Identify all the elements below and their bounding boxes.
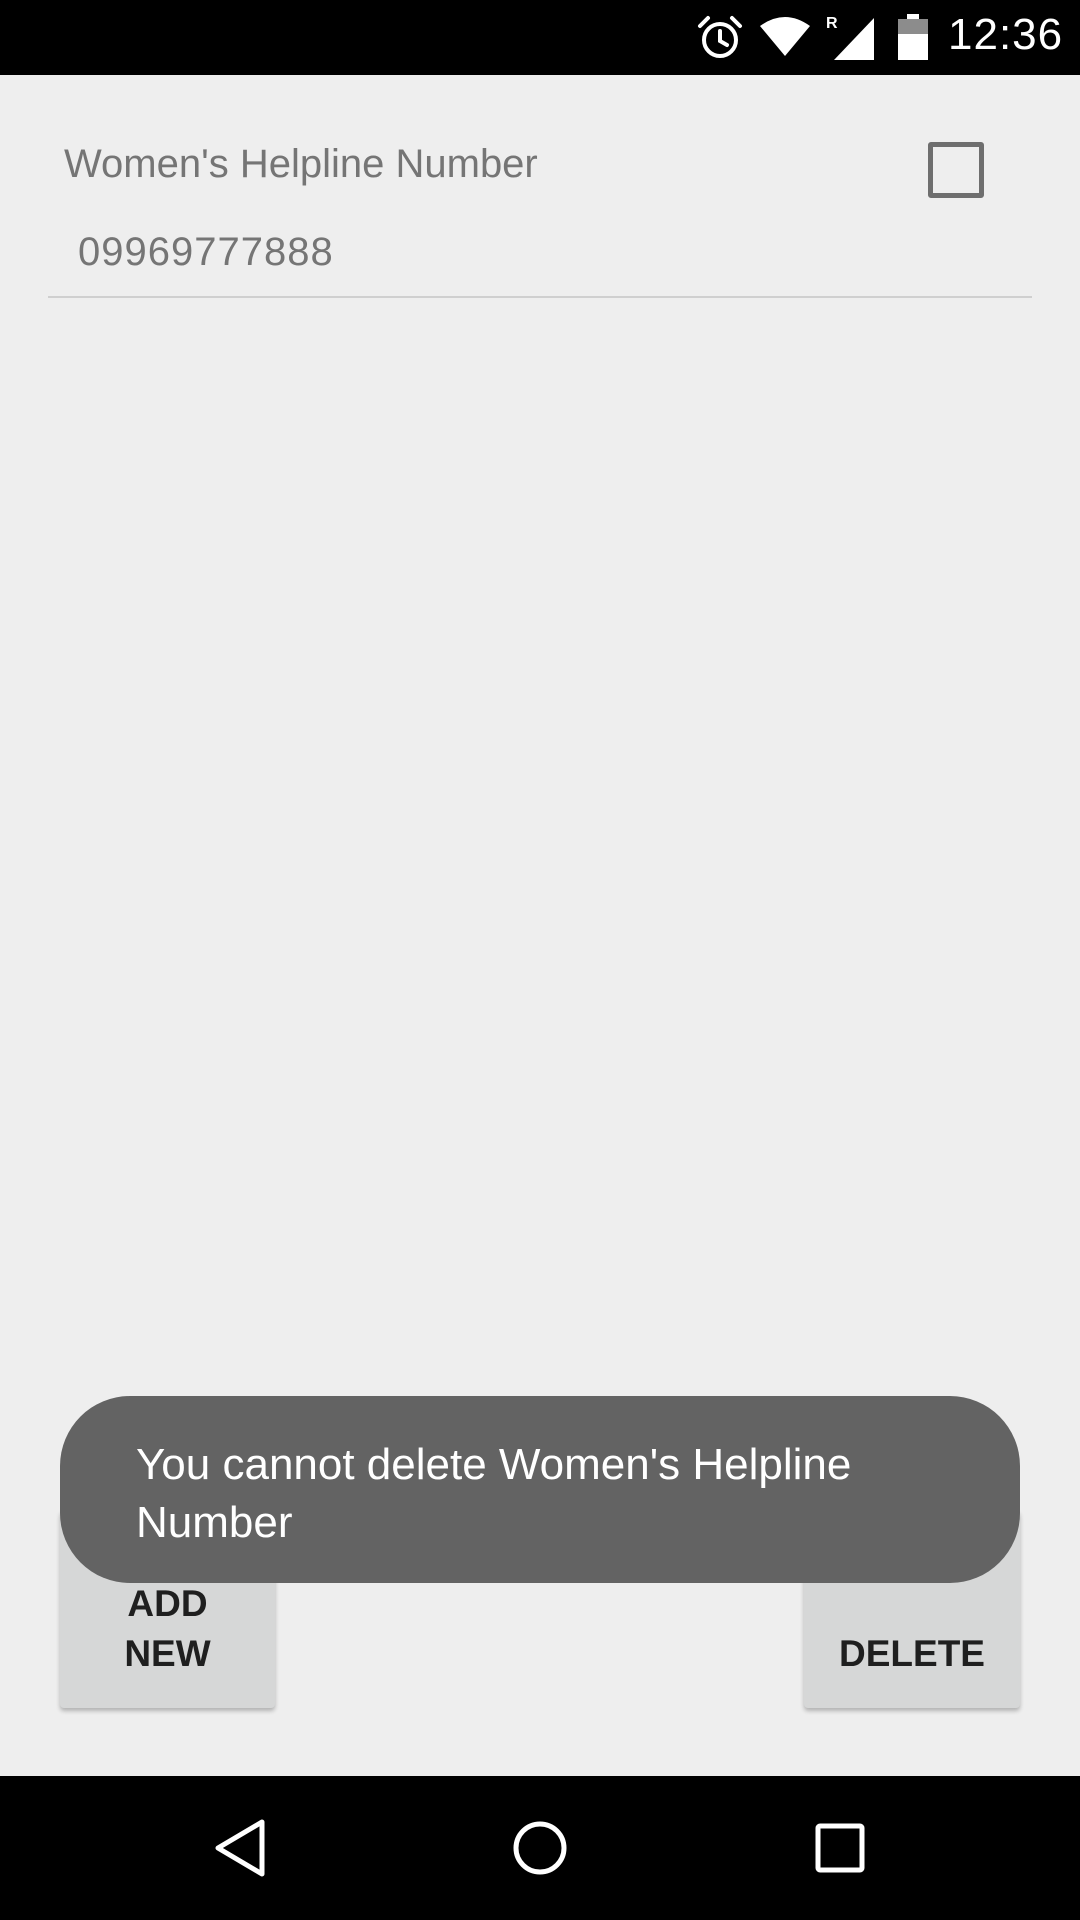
- contact-title: Women's Helpline Number: [64, 142, 538, 186]
- contact-checkbox[interactable]: [928, 142, 984, 198]
- battery-icon: [898, 14, 928, 60]
- back-icon[interactable]: [204, 1812, 276, 1884]
- delete-button-label: DELETE: [839, 1633, 985, 1674]
- status-clock: 12:36: [948, 10, 1064, 59]
- signal-icon: R: [826, 15, 874, 60]
- add-new-button-label: ADD NEW: [124, 1583, 211, 1674]
- status-bar: R 12:36: [0, 0, 1080, 75]
- app-screen: R 12:36 Women's Helpline Number 09969777…: [0, 0, 1080, 1920]
- home-icon[interactable]: [504, 1812, 576, 1884]
- navigation-bar: [0, 1776, 1080, 1920]
- contact-number: 09969777888: [78, 230, 334, 274]
- alarm-icon: [698, 16, 742, 58]
- toast-text: You cannot delete Women's Helpline Numbe…: [136, 1440, 852, 1547]
- recents-icon[interactable]: [804, 1812, 876, 1884]
- toast-message: You cannot delete Women's Helpline Numbe…: [60, 1396, 1020, 1583]
- wifi-icon: [760, 17, 810, 56]
- list-item[interactable]: Women's Helpline Number 09969777888: [48, 120, 1032, 298]
- roaming-indicator: R: [826, 15, 838, 32]
